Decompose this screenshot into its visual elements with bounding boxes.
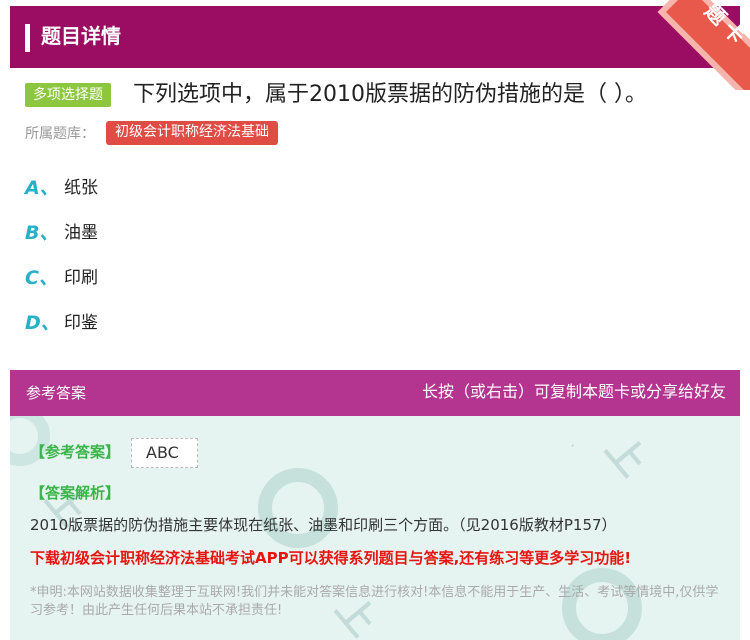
question-row: 多项选择题 下列选项中，属于2010版票据的防伪措施的是（ ）。 (25, 80, 740, 112)
option-text: 印刷 (64, 268, 98, 288)
answer-section-title: 参考答案 (26, 384, 87, 402)
question-card-ribbon[interactable]: 题卡 (650, 0, 750, 90)
option-text: 油墨 (64, 223, 98, 243)
answer-section-header: 参考答案 长按（或右击）可复制本题卡或分享给好友 (10, 370, 740, 416)
option-letter: D、 (25, 312, 60, 334)
option-text: 印鉴 (64, 313, 98, 333)
watermark-glyph: · (563, 437, 582, 454)
watermark-glyph: 上 (597, 427, 656, 485)
reference-answer-label: 【参考答案】 (30, 443, 121, 461)
share-hint: 长按（或右击）可复制本题卡或分享给好友 (421, 382, 726, 401)
watermark-logo-icon (258, 468, 338, 548)
question-text: 下列选项中，属于2010版票据的防伪措施的是（ ）。 (133, 82, 647, 107)
disclaimer-text: *申明:本网站数据收集整理于互联网!我们并未能对答案信息进行核对!本信息不能用于… (30, 585, 719, 618)
reference-answer-value: ABC (131, 438, 198, 468)
download-app-link[interactable]: 下载初级会计职称经济法基础考试APP可以获得系列题目与答案,还有练习等更多学习功… (30, 547, 631, 569)
option-d[interactable]: D、 印鉴 (25, 310, 325, 336)
option-a[interactable]: A、 纸张 (25, 175, 325, 201)
option-text: 纸张 (64, 178, 98, 198)
question-bank-link[interactable]: 初级会计职称经济法基础 (106, 121, 278, 145)
question-bank-label: 所属题库： (25, 126, 95, 142)
option-b[interactable]: B、 油墨 (25, 220, 325, 246)
option-letter: B、 (25, 222, 59, 244)
header-accent-bar (25, 24, 30, 52)
page-title: 题目详情 (41, 24, 121, 48)
page-header: 题目详情 (10, 6, 740, 68)
answer-analysis-text: 2010版票据的防伪措施主要体现在纸张、油墨和印刷三个方面。（见2016版教材P… (30, 516, 617, 534)
option-letter: A、 (25, 177, 59, 199)
option-c[interactable]: C、 印刷 (25, 265, 325, 291)
answer-section-body: 上 上 上 · 【参考答案】 ABC 【答案解析】 2010版票据的防伪措施主要… (10, 416, 740, 640)
option-letter: C、 (25, 267, 58, 289)
answer-analysis-label: 【答案解析】 (30, 484, 121, 502)
question-type-badge: 多项选择题 (25, 83, 111, 107)
